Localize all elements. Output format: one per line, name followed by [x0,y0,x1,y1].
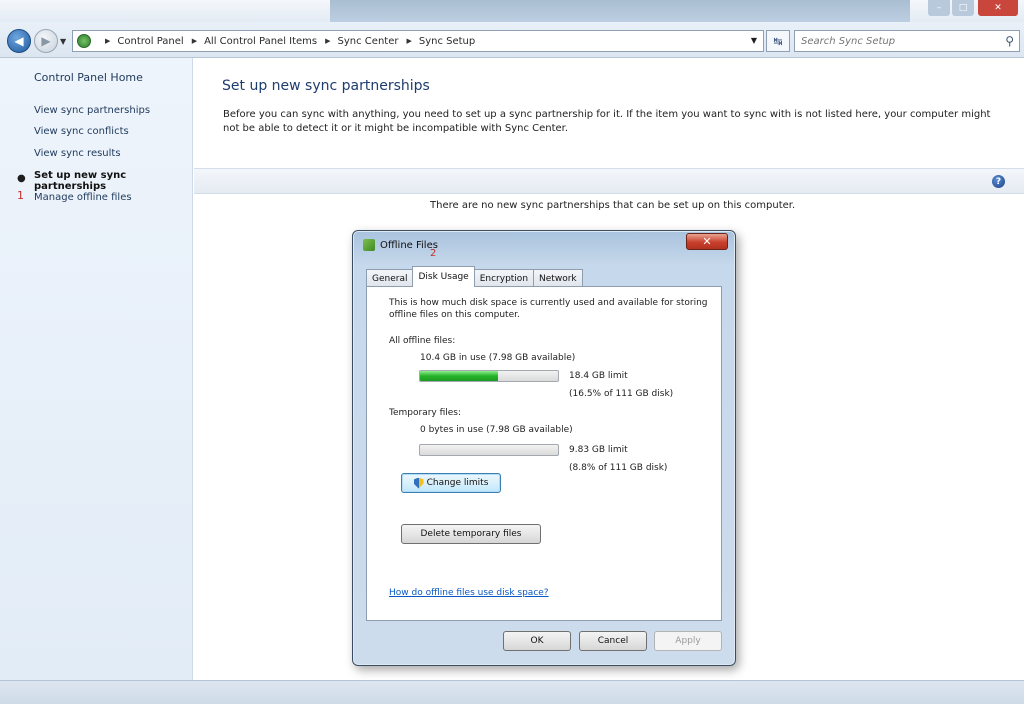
sidebar: Control Panel Home View sync partnership… [0,58,193,680]
temporary-usage-bar [419,444,559,456]
taskbar-strip [0,680,1024,704]
annotation-marker: 2 [430,248,437,259]
offline-files-icon [363,239,375,251]
maximize-button[interactable]: □ [952,0,974,16]
uac-shield-icon [413,477,424,489]
breadcrumb-sync-setup[interactable]: Sync Setup [419,36,475,47]
search-box[interactable]: ⚲ [794,30,1020,52]
temporary-heading: Temporary files: [389,408,462,418]
change-limits-button[interactable]: Change limits [401,473,501,493]
all-offline-usage: 10.4 GB in use (7.98 GB available) [420,353,576,363]
title-bar-glass [330,0,910,22]
list-header-band [194,168,1024,194]
breadcrumb-separator-icon[interactable]: ▶ [406,37,411,45]
dialog-tabs: General Disk Usage Encryption Network [366,266,583,287]
breadcrumb-separator-icon[interactable]: ▶ [192,37,197,45]
close-window-button[interactable]: ✕ [978,0,1018,16]
cancel-button[interactable]: Cancel [579,631,647,651]
back-button[interactable]: ◀ [7,29,31,53]
tab-encryption[interactable]: Encryption [473,269,535,287]
refresh-icon: ↹ [773,34,783,48]
control-panel-home-link[interactable]: Control Panel Home [34,71,143,84]
tab-general[interactable]: General [366,269,414,287]
close-icon: ✕ [702,235,712,248]
forward-arrow-icon: ▶ [41,34,51,48]
sidebar-item-view-partnerships[interactable]: View sync partnerships [34,105,150,116]
annotation-marker: 1 [17,189,24,202]
tab-network[interactable]: Network [533,269,583,287]
sync-center-icon [77,34,91,48]
all-offline-usage-fill [420,371,498,381]
breadcrumb-all-items[interactable]: All Control Panel Items [204,36,317,47]
search-icon[interactable]: ⚲ [1005,34,1014,48]
all-offline-usage-bar [419,370,559,382]
disk-usage-panel: This is how much disk space is currently… [366,286,722,621]
page-title: Set up new sync partnerships [222,78,430,94]
help-icon[interactable]: ? [992,175,1005,188]
offline-files-dialog: Offline Files 2 ✕ General Disk Usage Enc… [352,230,736,666]
sidebar-item-view-conflicts[interactable]: View sync conflicts [34,126,129,137]
recent-pages-dropdown[interactable]: ▼ [60,37,66,46]
back-arrow-icon: ◀ [14,34,24,48]
all-offline-heading: All offline files: [389,336,456,346]
sidebar-item-setup-partnerships[interactable]: Set up new sync partnerships [34,170,192,192]
all-offline-limit: 18.4 GB limit [569,371,628,381]
temporary-usage: 0 bytes in use (7.98 GB available) [420,425,573,435]
delete-temporary-files-button[interactable]: Delete temporary files [401,524,541,544]
dialog-close-button[interactable]: ✕ [686,233,728,250]
disk-usage-intro: This is how much disk space is currently… [389,298,708,320]
temporary-percent: (8.8% of 111 GB disk) [569,463,668,473]
all-offline-percent: (16.5% of 111 GB disk) [569,389,674,399]
page-description: Before you can sync with anything, you n… [223,109,991,134]
current-item-bullet-icon: ● [17,173,26,184]
sidebar-item-view-results[interactable]: View sync results [34,148,121,159]
search-input[interactable] [801,35,991,47]
sidebar-item-manage-offline-files[interactable]: Manage offline files [34,192,132,203]
address-dropdown-icon[interactable]: ▼ [751,36,757,45]
forward-button[interactable]: ▶ [34,29,58,53]
breadcrumb: ▶ Control Panel ▶ All Control Panel Item… [97,36,475,47]
temporary-limit: 9.83 GB limit [569,445,628,455]
help-disk-space-link[interactable]: How do offline files use disk space? [389,588,549,598]
breadcrumb-separator-icon: ▶ [105,37,111,45]
breadcrumb-sync-center[interactable]: Sync Center [338,36,399,47]
breadcrumb-control-panel[interactable]: Control Panel [117,36,183,47]
tab-disk-usage[interactable]: Disk Usage [412,266,475,287]
change-limits-label: Change limits [426,478,489,488]
address-bar[interactable]: ▶ Control Panel ▶ All Control Panel Item… [72,30,764,52]
minimize-button[interactable]: – [928,0,950,16]
refresh-button[interactable]: ↹ [766,30,790,52]
breadcrumb-separator-icon[interactable]: ▶ [325,37,330,45]
window-title-bar: – □ ✕ [0,0,1024,22]
empty-list-message: There are no new sync partnerships that … [430,200,796,211]
ok-button[interactable]: OK [503,631,571,651]
apply-button[interactable]: Apply [654,631,722,651]
navigation-bar: ◀ ▶ ▼ ▶ Control Panel ▶ All Control Pane… [0,22,1024,58]
